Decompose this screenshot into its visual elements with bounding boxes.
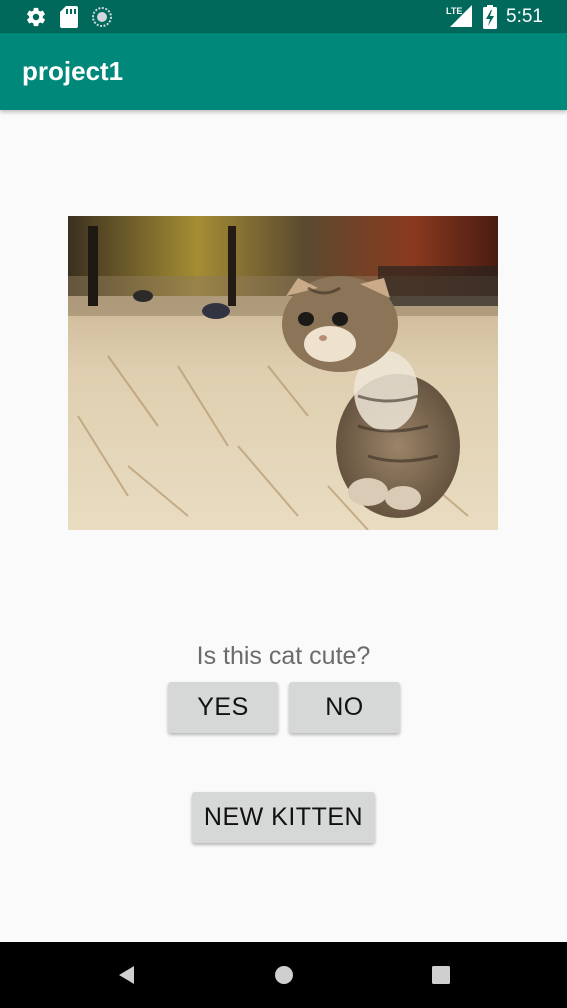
no-button[interactable]: NO	[289, 682, 400, 733]
network-type-label: LTE	[446, 6, 462, 16]
signal-icon: LTE	[446, 5, 472, 27]
sd-card-icon	[60, 6, 78, 28]
recents-icon[interactable]	[430, 964, 452, 986]
app-title: project1	[22, 56, 124, 86]
status-bar: LTE 5:51	[0, 0, 567, 33]
sync-icon	[92, 7, 112, 27]
new-kitten-button[interactable]: NEW KITTEN	[192, 792, 375, 843]
navigation-bar	[0, 942, 567, 1008]
battery-icon	[483, 5, 497, 29]
status-time: 5:51	[506, 6, 543, 27]
app-bar: project1	[0, 33, 567, 110]
home-icon[interactable]	[273, 964, 295, 986]
settings-icon	[27, 7, 45, 27]
yes-button[interactable]: YES	[168, 682, 278, 733]
kitten-image	[68, 216, 498, 530]
question-text: Is this cat cute?	[196, 642, 371, 670]
back-icon[interactable]	[116, 964, 138, 986]
